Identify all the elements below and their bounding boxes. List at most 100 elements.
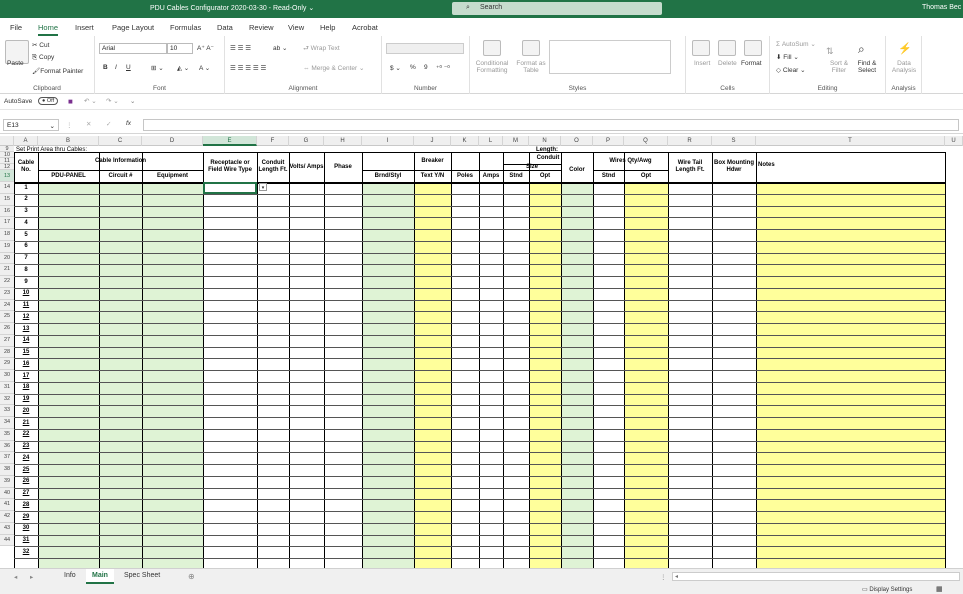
tab-data[interactable]: Data — [217, 23, 233, 32]
cut-button[interactable]: ✂ Cut — [32, 41, 49, 49]
column-header-c[interactable]: C — [99, 136, 142, 146]
tab-help[interactable]: Help — [320, 23, 335, 32]
selected-cell-e13[interactable] — [203, 182, 257, 194]
borders-icon[interactable]: ⊞ ⌄ — [151, 64, 164, 72]
add-sheet-icon[interactable]: ⊕ — [188, 572, 195, 581]
align-left-icons[interactable]: ☰ ☰ ☰ ☰ ☰ — [230, 64, 266, 72]
find-icon[interactable]: ⌕ — [858, 42, 865, 57]
column-header-t[interactable]: T — [756, 136, 945, 146]
user-name[interactable]: Thomas Bec — [922, 4, 961, 11]
font-name-select[interactable]: Arial — [99, 43, 167, 54]
cell-dropdown-icon[interactable]: ▾ — [259, 183, 267, 191]
search-box[interactable]: ⌕ Search — [452, 2, 662, 15]
font-size-select[interactable]: 10 — [167, 43, 193, 54]
column-header-p[interactable]: P — [593, 136, 624, 146]
column-header-n[interactable]: N — [529, 136, 561, 146]
wrap-text-button[interactable]: ⮐ Wrap Text — [303, 44, 340, 55]
comma-button[interactable]: 9 — [424, 64, 428, 71]
scroll-left-icon[interactable]: ◂ — [675, 573, 678, 580]
tab-page-layout[interactable]: Page Layout — [112, 23, 154, 32]
column-header-d[interactable]: D — [142, 136, 203, 146]
align-top-icons[interactable]: ☰ ☰ ☰ — [230, 44, 251, 52]
delete-cells-button[interactable]: Delete — [718, 60, 737, 67]
sheet-tab-spec-sheet[interactable]: Spec Sheet — [118, 569, 166, 584]
name-box-dropdown-icon[interactable]: ⌄ — [50, 122, 55, 130]
column-header-s[interactable]: S — [712, 136, 756, 146]
column-header-i[interactable]: I — [362, 136, 414, 146]
format-table-button[interactable]: Format as Table — [514, 60, 548, 74]
column-header-o[interactable]: O — [561, 136, 593, 146]
enter-icon[interactable]: ✓ — [106, 120, 111, 128]
sheet-tab-main[interactable]: Main — [86, 569, 114, 584]
conditional-formatting-button[interactable]: Conditional Formatting — [472, 60, 512, 74]
conditional-formatting-icon[interactable] — [483, 40, 501, 56]
tab-acrobat[interactable]: Acrobat — [352, 23, 378, 32]
clear-button[interactable]: ◇ Clear ⌄ — [776, 66, 806, 74]
column-header-b[interactable]: B — [38, 136, 99, 146]
column-header-u[interactable]: U — [945, 136, 963, 146]
format-table-icon[interactable] — [522, 40, 540, 56]
format-painter-button[interactable]: 🖌Format Painter — [32, 67, 83, 75]
italic-button[interactable]: I — [115, 64, 117, 71]
column-header-l[interactable]: L — [479, 136, 503, 146]
tab-splitter-icon[interactable]: ⋮ — [660, 573, 667, 581]
fill-button[interactable]: ⬇ Fill ⌄ — [776, 53, 799, 61]
select-all-corner[interactable] — [0, 136, 14, 146]
scroll-tabs-right-icon[interactable]: ▸ — [30, 573, 33, 581]
number-format-select[interactable] — [386, 43, 464, 54]
autosum-button[interactable]: Σ AutoSum ⌄ — [776, 40, 816, 48]
font-color-icon[interactable]: A ⌄ — [199, 64, 210, 72]
orientation-icon[interactable]: ab ⌄ — [273, 44, 287, 52]
format-cells-button[interactable]: Format — [741, 60, 762, 67]
cell-styles-gallery[interactable] — [549, 40, 671, 74]
percent-button[interactable]: % — [410, 64, 416, 71]
data-analysis-icon[interactable]: ⚡ — [898, 42, 912, 55]
currency-button[interactable]: $ ⌄ — [390, 64, 401, 72]
row-header-13[interactable]: 13 — [0, 170, 14, 182]
column-header-k[interactable]: K — [451, 136, 479, 146]
paste-button[interactable]: Paste — [7, 60, 24, 67]
merge-center-button[interactable]: ⇔ Merge & Center ⌄ — [303, 64, 364, 72]
underline-button[interactable]: U — [126, 64, 131, 71]
fill-color-icon[interactable]: ◭ ⌄ — [177, 64, 189, 72]
data-analysis-button[interactable]: Data Analysis — [890, 60, 918, 74]
worksheet-grid[interactable]: ABCDEFGHIJKLMNOPQRSTU 9 10 11 12 13 14 15 16 17 1… — [0, 136, 963, 568]
display-settings-button[interactable]: ▭ Display Settings — [862, 586, 912, 593]
insert-function-icon[interactable]: fx — [126, 120, 131, 127]
delete-cells-icon[interactable] — [718, 40, 736, 56]
undo-icon[interactable]: ↶ ⌄ — [84, 97, 97, 105]
decimal-icons[interactable]: ⁺⁰ ⁻⁰ — [436, 64, 450, 72]
tab-formulas[interactable]: Formulas — [170, 23, 201, 32]
insert-cells-icon[interactable] — [692, 40, 710, 56]
sheet-tab-info[interactable]: Info — [58, 569, 82, 584]
tab-view[interactable]: View — [288, 23, 304, 32]
column-header-q[interactable]: Q — [624, 136, 668, 146]
tab-insert[interactable]: Insert — [75, 23, 94, 32]
font-grow-icon[interactable]: A⁺ A⁻ — [197, 44, 214, 52]
tab-review[interactable]: Review — [249, 23, 274, 32]
column-header-g[interactable]: G — [289, 136, 324, 146]
cancel-icon[interactable]: ✕ — [86, 120, 91, 128]
column-header-m[interactable]: M — [503, 136, 529, 146]
redo-icon[interactable]: ↷ ⌄ — [106, 97, 119, 105]
sort-filter-icon[interactable]: ⇅ — [826, 46, 834, 57]
scroll-tabs-left-icon[interactable]: ◂ — [14, 573, 17, 581]
autosave-toggle[interactable]: ● Off — [38, 97, 59, 105]
format-cells-icon[interactable] — [744, 40, 762, 56]
name-box[interactable]: E13 ⌄ — [3, 119, 59, 131]
copy-button[interactable]: ⎘ Copy — [32, 54, 54, 62]
insert-cells-button[interactable]: Insert — [694, 60, 710, 67]
sort-filter-button[interactable]: Sort & Filter — [826, 60, 852, 74]
column-header-j[interactable]: J — [414, 136, 451, 146]
bold-button[interactable]: B — [103, 64, 108, 71]
horizontal-scrollbar[interactable]: ◂ — [672, 572, 960, 581]
column-header-h[interactable]: H — [324, 136, 362, 146]
tab-file[interactable]: File — [10, 23, 22, 32]
save-icon[interactable]: ■ — [68, 97, 73, 106]
column-header-a[interactable]: A — [14, 136, 38, 146]
column-header-r[interactable]: R — [668, 136, 712, 146]
column-header-f[interactable]: F — [257, 136, 289, 146]
formula-input[interactable] — [143, 119, 959, 131]
title-dropdown-icon[interactable]: ⌄ — [308, 5, 314, 12]
find-select-button[interactable]: Find & Select — [854, 60, 880, 74]
